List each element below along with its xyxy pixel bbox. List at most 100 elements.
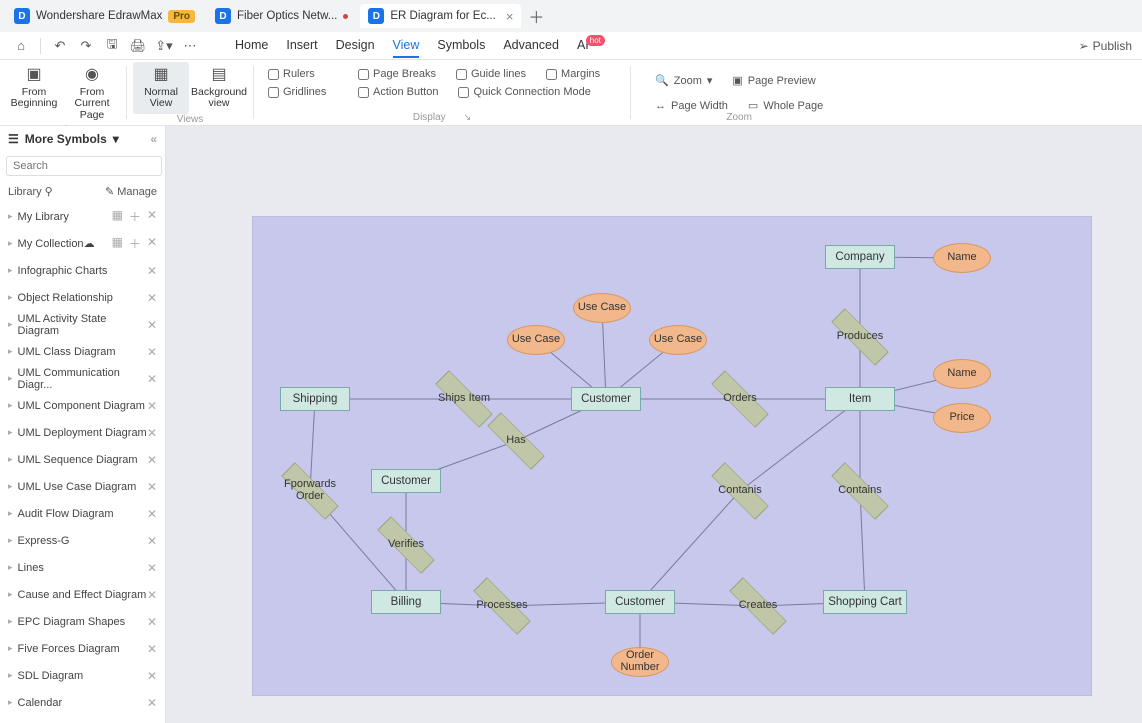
entity-company[interactable]: Company xyxy=(825,245,895,269)
close-icon[interactable]: ✕ xyxy=(147,345,157,359)
symbol-category-item[interactable]: ▸Five Forces Diagram✕ xyxy=(0,635,165,662)
symbol-search-input[interactable] xyxy=(6,156,162,176)
menu-symbols[interactable]: Symbols xyxy=(437,34,485,58)
menu-design[interactable]: Design xyxy=(336,34,375,58)
action-button-checkbox[interactable]: Action Button xyxy=(358,86,438,98)
symbol-category-item[interactable]: ▸UML Deployment Diagram✕ xyxy=(0,419,165,446)
entity-customer3[interactable]: Customer xyxy=(605,590,675,614)
entity-customer2[interactable]: Customer xyxy=(371,469,441,493)
symbol-category-item[interactable]: ▸My Collection ☁▦＋✕ xyxy=(0,230,165,257)
hamburger-icon[interactable]: ☰ xyxy=(8,132,19,146)
relationship-contanis[interactable]: Contanis xyxy=(709,475,771,507)
symbol-category-item[interactable]: ▸Infographic Charts✕ xyxy=(0,257,165,284)
grid-icon[interactable]: ▦ xyxy=(112,235,123,252)
close-icon[interactable]: ✕ xyxy=(147,507,157,521)
plus-icon[interactable]: ＋ xyxy=(129,208,141,225)
symbol-category-item[interactable]: ▸SDL Diagram✕ xyxy=(0,662,165,689)
relationship-orders[interactable]: Orders xyxy=(709,383,771,415)
symbol-category-item[interactable]: ▸Audit Flow Diagram✕ xyxy=(0,500,165,527)
symbol-category-item[interactable]: ▸UML Class Diagram✕ xyxy=(0,338,165,365)
normal-view-button[interactable]: ▦ Normal View xyxy=(133,62,189,114)
relationship-contains[interactable]: Contains xyxy=(829,475,891,507)
attribute-usecase_top[interactable]: Use Case xyxy=(573,293,631,323)
attribute-price[interactable]: Price xyxy=(933,403,991,433)
undo-button[interactable]: ↶ xyxy=(49,35,71,57)
close-icon[interactable]: ✕ xyxy=(147,372,157,386)
attribute-name_item[interactable]: Name xyxy=(933,359,991,389)
symbol-category-item[interactable]: ▸Express-G✕ xyxy=(0,527,165,554)
menu-insert[interactable]: Insert xyxy=(286,34,317,58)
document-tab-0[interactable]: D Fiber Optics Netw... xyxy=(207,4,356,28)
close-icon[interactable]: ✕ xyxy=(147,696,157,710)
relationship-processes[interactable]: Processes xyxy=(471,590,533,622)
close-icon[interactable]: ✕ xyxy=(147,669,157,683)
close-icon[interactable]: ✕ xyxy=(147,291,157,305)
close-icon[interactable]: ✕ xyxy=(147,534,157,548)
print-button[interactable]: 🖨 xyxy=(127,35,149,57)
symbol-category-item[interactable]: ▸UML Component Diagram✕ xyxy=(0,392,165,419)
page-width-button[interactable]: ↔Page Width xyxy=(655,100,728,112)
relationship-ships[interactable]: Ships Item xyxy=(433,383,495,415)
symbol-category-item[interactable]: ▸UML Communication Diagr...✕ xyxy=(0,365,165,392)
symbol-category-item[interactable]: ▸Cause and Effect Diagram✕ xyxy=(0,581,165,608)
symbol-category-item[interactable]: ▸Lines✕ xyxy=(0,554,165,581)
from-beginning-button[interactable]: ▣ From Beginning xyxy=(6,62,62,125)
zoom-button[interactable]: 🔍Zoom▾ xyxy=(655,74,712,87)
attribute-ordernum[interactable]: Order Number xyxy=(611,647,669,677)
symbol-category-item[interactable]: ▸UML Use Case Diagram✕ xyxy=(0,473,165,500)
diagram-page[interactable]: CompanyShippingCustomerItemCustomerBilli… xyxy=(252,216,1092,696)
gridlines-checkbox[interactable]: Gridlines xyxy=(268,86,338,98)
relationship-produces[interactable]: Produces xyxy=(829,321,891,353)
page-preview-button[interactable]: ▣Page Preview xyxy=(732,74,815,87)
entity-cart[interactable]: Shopping Cart xyxy=(823,590,907,614)
attribute-usecase_right[interactable]: Use Case xyxy=(649,325,707,355)
quick-connection-checkbox[interactable]: Quick Connection Mode xyxy=(458,86,598,98)
qat-more-button[interactable]: ⋯ xyxy=(179,35,201,57)
close-icon[interactable]: ✕ xyxy=(147,235,157,252)
collapse-sidebar-icon[interactable]: « xyxy=(150,132,157,146)
attribute-usecase_left[interactable]: Use Case xyxy=(507,325,565,355)
relationship-forwards[interactable]: Fporwards Order xyxy=(279,475,341,507)
close-icon[interactable]: × xyxy=(506,9,514,24)
attribute-name_company[interactable]: Name xyxy=(933,243,991,273)
close-icon[interactable]: ✕ xyxy=(147,426,157,440)
menu-ai[interactable]: AIhot xyxy=(577,34,608,58)
margins-checkbox[interactable]: Margins xyxy=(546,68,616,80)
close-icon[interactable]: ✕ xyxy=(147,588,157,602)
menu-view[interactable]: View xyxy=(393,34,420,58)
grid-icon[interactable]: ▦ xyxy=(112,208,123,225)
close-icon[interactable]: ✕ xyxy=(147,264,157,278)
symbol-category-item[interactable]: ▸UML Sequence Diagram✕ xyxy=(0,446,165,473)
symbol-category-item[interactable]: ▸Calendar✕ xyxy=(0,689,165,716)
close-icon[interactable]: ✕ xyxy=(147,561,157,575)
whole-page-button[interactable]: ▭Whole Page xyxy=(748,99,823,112)
new-tab-button[interactable]: ＋ xyxy=(525,5,547,27)
from-current-page-button[interactable]: ◉ From Current Page xyxy=(64,62,120,125)
canvas[interactable]: CompanyShippingCustomerItemCustomerBilli… xyxy=(166,126,1142,723)
entity-customer1[interactable]: Customer xyxy=(571,387,641,411)
export-button[interactable]: ⇪▾ xyxy=(153,35,175,57)
symbol-category-item[interactable]: ▸Object Relationship✕ xyxy=(0,284,165,311)
relationship-verifies[interactable]: Verifies xyxy=(375,529,437,561)
close-icon[interactable]: ✕ xyxy=(147,480,157,494)
symbol-category-item[interactable]: ▸UML Activity State Diagram✕ xyxy=(0,311,165,338)
publish-button[interactable]: ➢ Publish xyxy=(1079,39,1132,53)
manage-button[interactable]: ✎ Manage xyxy=(105,185,157,198)
pin-icon[interactable]: ⚲ xyxy=(45,185,53,198)
plus-icon[interactable]: ＋ xyxy=(129,235,141,252)
close-icon[interactable]: ✕ xyxy=(147,453,157,467)
rulers-checkbox[interactable]: Rulers xyxy=(268,68,338,80)
close-icon[interactable]: ✕ xyxy=(147,318,157,332)
home-icon-button[interactable]: ⌂ xyxy=(10,35,32,57)
close-icon[interactable]: ✕ xyxy=(147,642,157,656)
menu-advanced[interactable]: Advanced xyxy=(503,34,559,58)
relationship-creates[interactable]: Creates xyxy=(727,590,789,622)
symbol-category-item[interactable]: ▸My Library▦＋✕ xyxy=(0,203,165,230)
entity-item[interactable]: Item xyxy=(825,387,895,411)
document-tab-1[interactable]: D ER Diagram for Ec... × xyxy=(360,4,521,28)
redo-button[interactable]: ↷ xyxy=(75,35,97,57)
relationship-has[interactable]: Has xyxy=(485,425,547,457)
menu-home[interactable]: Home xyxy=(235,34,268,58)
page-breaks-checkbox[interactable]: Page Breaks xyxy=(358,68,436,80)
group-expand-icon[interactable]: ↘ xyxy=(464,112,472,123)
